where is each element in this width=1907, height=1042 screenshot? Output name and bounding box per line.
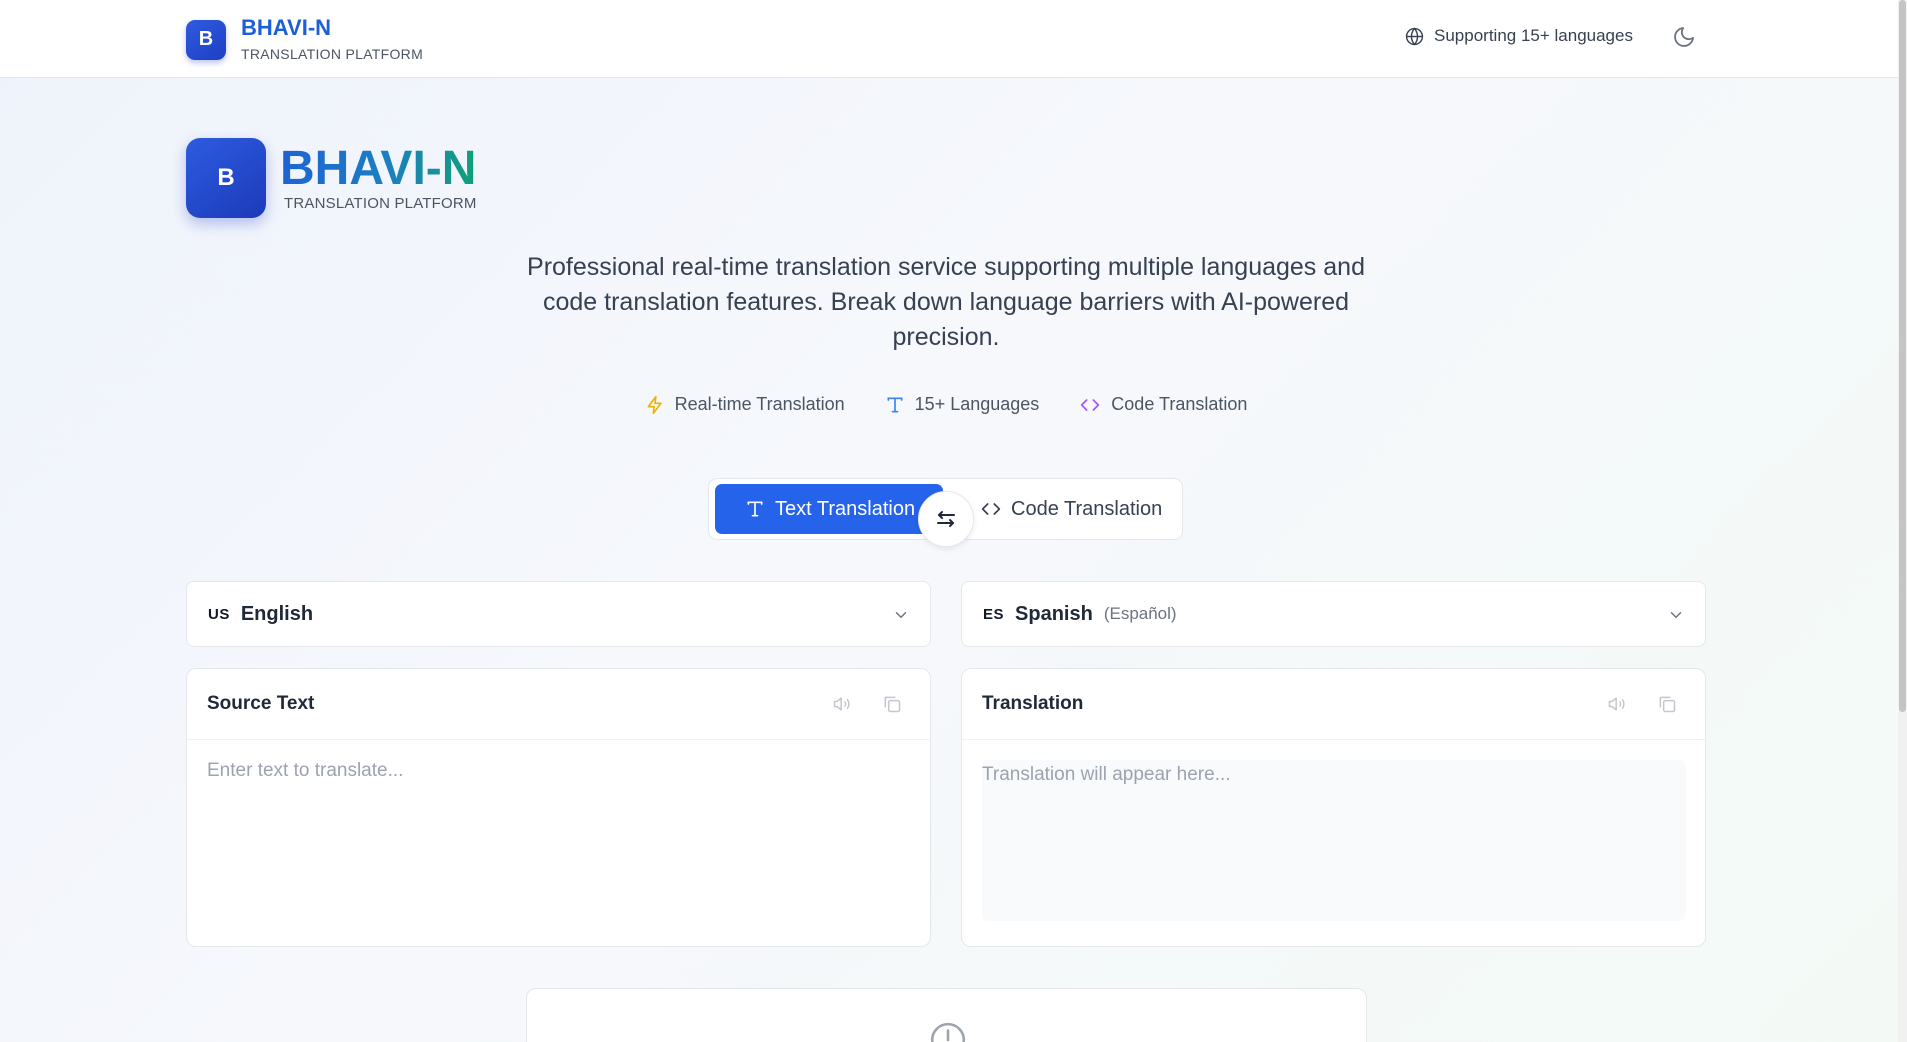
swap-languages-button[interactable]: [918, 491, 974, 547]
header-brand[interactable]: B BHAVI-N TRANSLATION PLATFORM: [186, 17, 423, 62]
tab-text-translation[interactable]: Text Translation: [715, 484, 943, 534]
logo-badge: B: [186, 19, 226, 60]
source-panel-title: Source Text: [207, 693, 315, 714]
feature-label: Real-time Translation: [674, 394, 845, 414]
feature-realtime: Real-time Translation: [645, 394, 845, 415]
translation-panel-title: Translation: [982, 693, 1084, 714]
source-panel: Source Text: [186, 668, 931, 947]
target-language-native: (Español): [1103, 604, 1177, 623]
history-card: [526, 988, 1367, 1042]
tab-code-translation[interactable]: Code Translation: [973, 484, 1173, 534]
source-flag: US: [208, 605, 230, 623]
brand-subtitle: TRANSLATION PLATFORM: [241, 46, 424, 62]
feature-code: Code Translation: [1079, 394, 1247, 415]
moon-icon: [1674, 27, 1694, 47]
hero-title: BHAVI-N: [280, 141, 477, 195]
target-language-name: Spanish: [1015, 602, 1093, 625]
hero-logo-badge: B: [186, 138, 266, 218]
code-icon: [981, 503, 1001, 515]
speaker-icon[interactable]: [1607, 694, 1627, 714]
feature-list: Real-time Translation 15+ Languages Code…: [0, 394, 1892, 415]
code-icon: [1081, 398, 1100, 411]
copy-icon[interactable]: [1657, 694, 1677, 714]
scrollbar-thumb[interactable]: [1899, 0, 1906, 712]
clock-icon: [930, 1022, 966, 1042]
target-language-select[interactable]: ES Spanish (Español): [961, 581, 1706, 647]
copy-icon[interactable]: [882, 694, 902, 714]
supported-languages-indicator: Supporting 15+ languages: [1405, 26, 1633, 46]
lightning-icon: [647, 395, 662, 414]
feature-label: Code Translation: [1111, 394, 1248, 414]
chevron-down-icon: [1670, 612, 1682, 619]
feature-label: 15+ Languages: [914, 394, 1040, 414]
feature-languages: 15+ Languages: [885, 394, 1040, 415]
hero-subtitle: TRANSLATION PLATFORM: [284, 194, 477, 212]
source-language-select[interactable]: US English: [186, 581, 931, 647]
translation-output: Translation will appear here...: [982, 760, 1686, 921]
speaker-icon[interactable]: [832, 694, 852, 714]
translation-panel: Translation Translation will appear here…: [961, 668, 1706, 947]
chevron-down-icon: [895, 612, 907, 619]
type-icon: [747, 501, 763, 517]
app-root: B BHAVI-N TRANSLATION PLATFORM Supportin…: [0, 0, 1898, 1042]
type-icon: [887, 397, 903, 412]
hero-tagline: Professional real-time translation servi…: [527, 253, 1365, 351]
swap-icon: [937, 511, 955, 527]
source-panel-header: Source Text: [187, 669, 930, 740]
source-text-input[interactable]: [207, 760, 910, 940]
translation-panel-header: Translation: [962, 669, 1705, 740]
brand-name: BHAVI-N: [241, 15, 332, 40]
hero-brand: B BHAVI-N TRANSLATION PLATFORM: [186, 138, 477, 218]
page-scrollbar[interactable]: [1898, 0, 1907, 1042]
tab-label: Text Translation: [775, 497, 916, 520]
target-flag: ES: [983, 605, 1005, 623]
supported-languages-label: Supporting 15+ languages: [1434, 26, 1633, 45]
top-header: B BHAVI-N TRANSLATION PLATFORM Supportin…: [0, 0, 1898, 78]
source-language-name: English: [240, 602, 314, 625]
tab-label: Code Translation: [1011, 497, 1163, 520]
theme-toggle-button[interactable]: [1672, 25, 1696, 54]
globe-icon: [1405, 27, 1424, 45]
